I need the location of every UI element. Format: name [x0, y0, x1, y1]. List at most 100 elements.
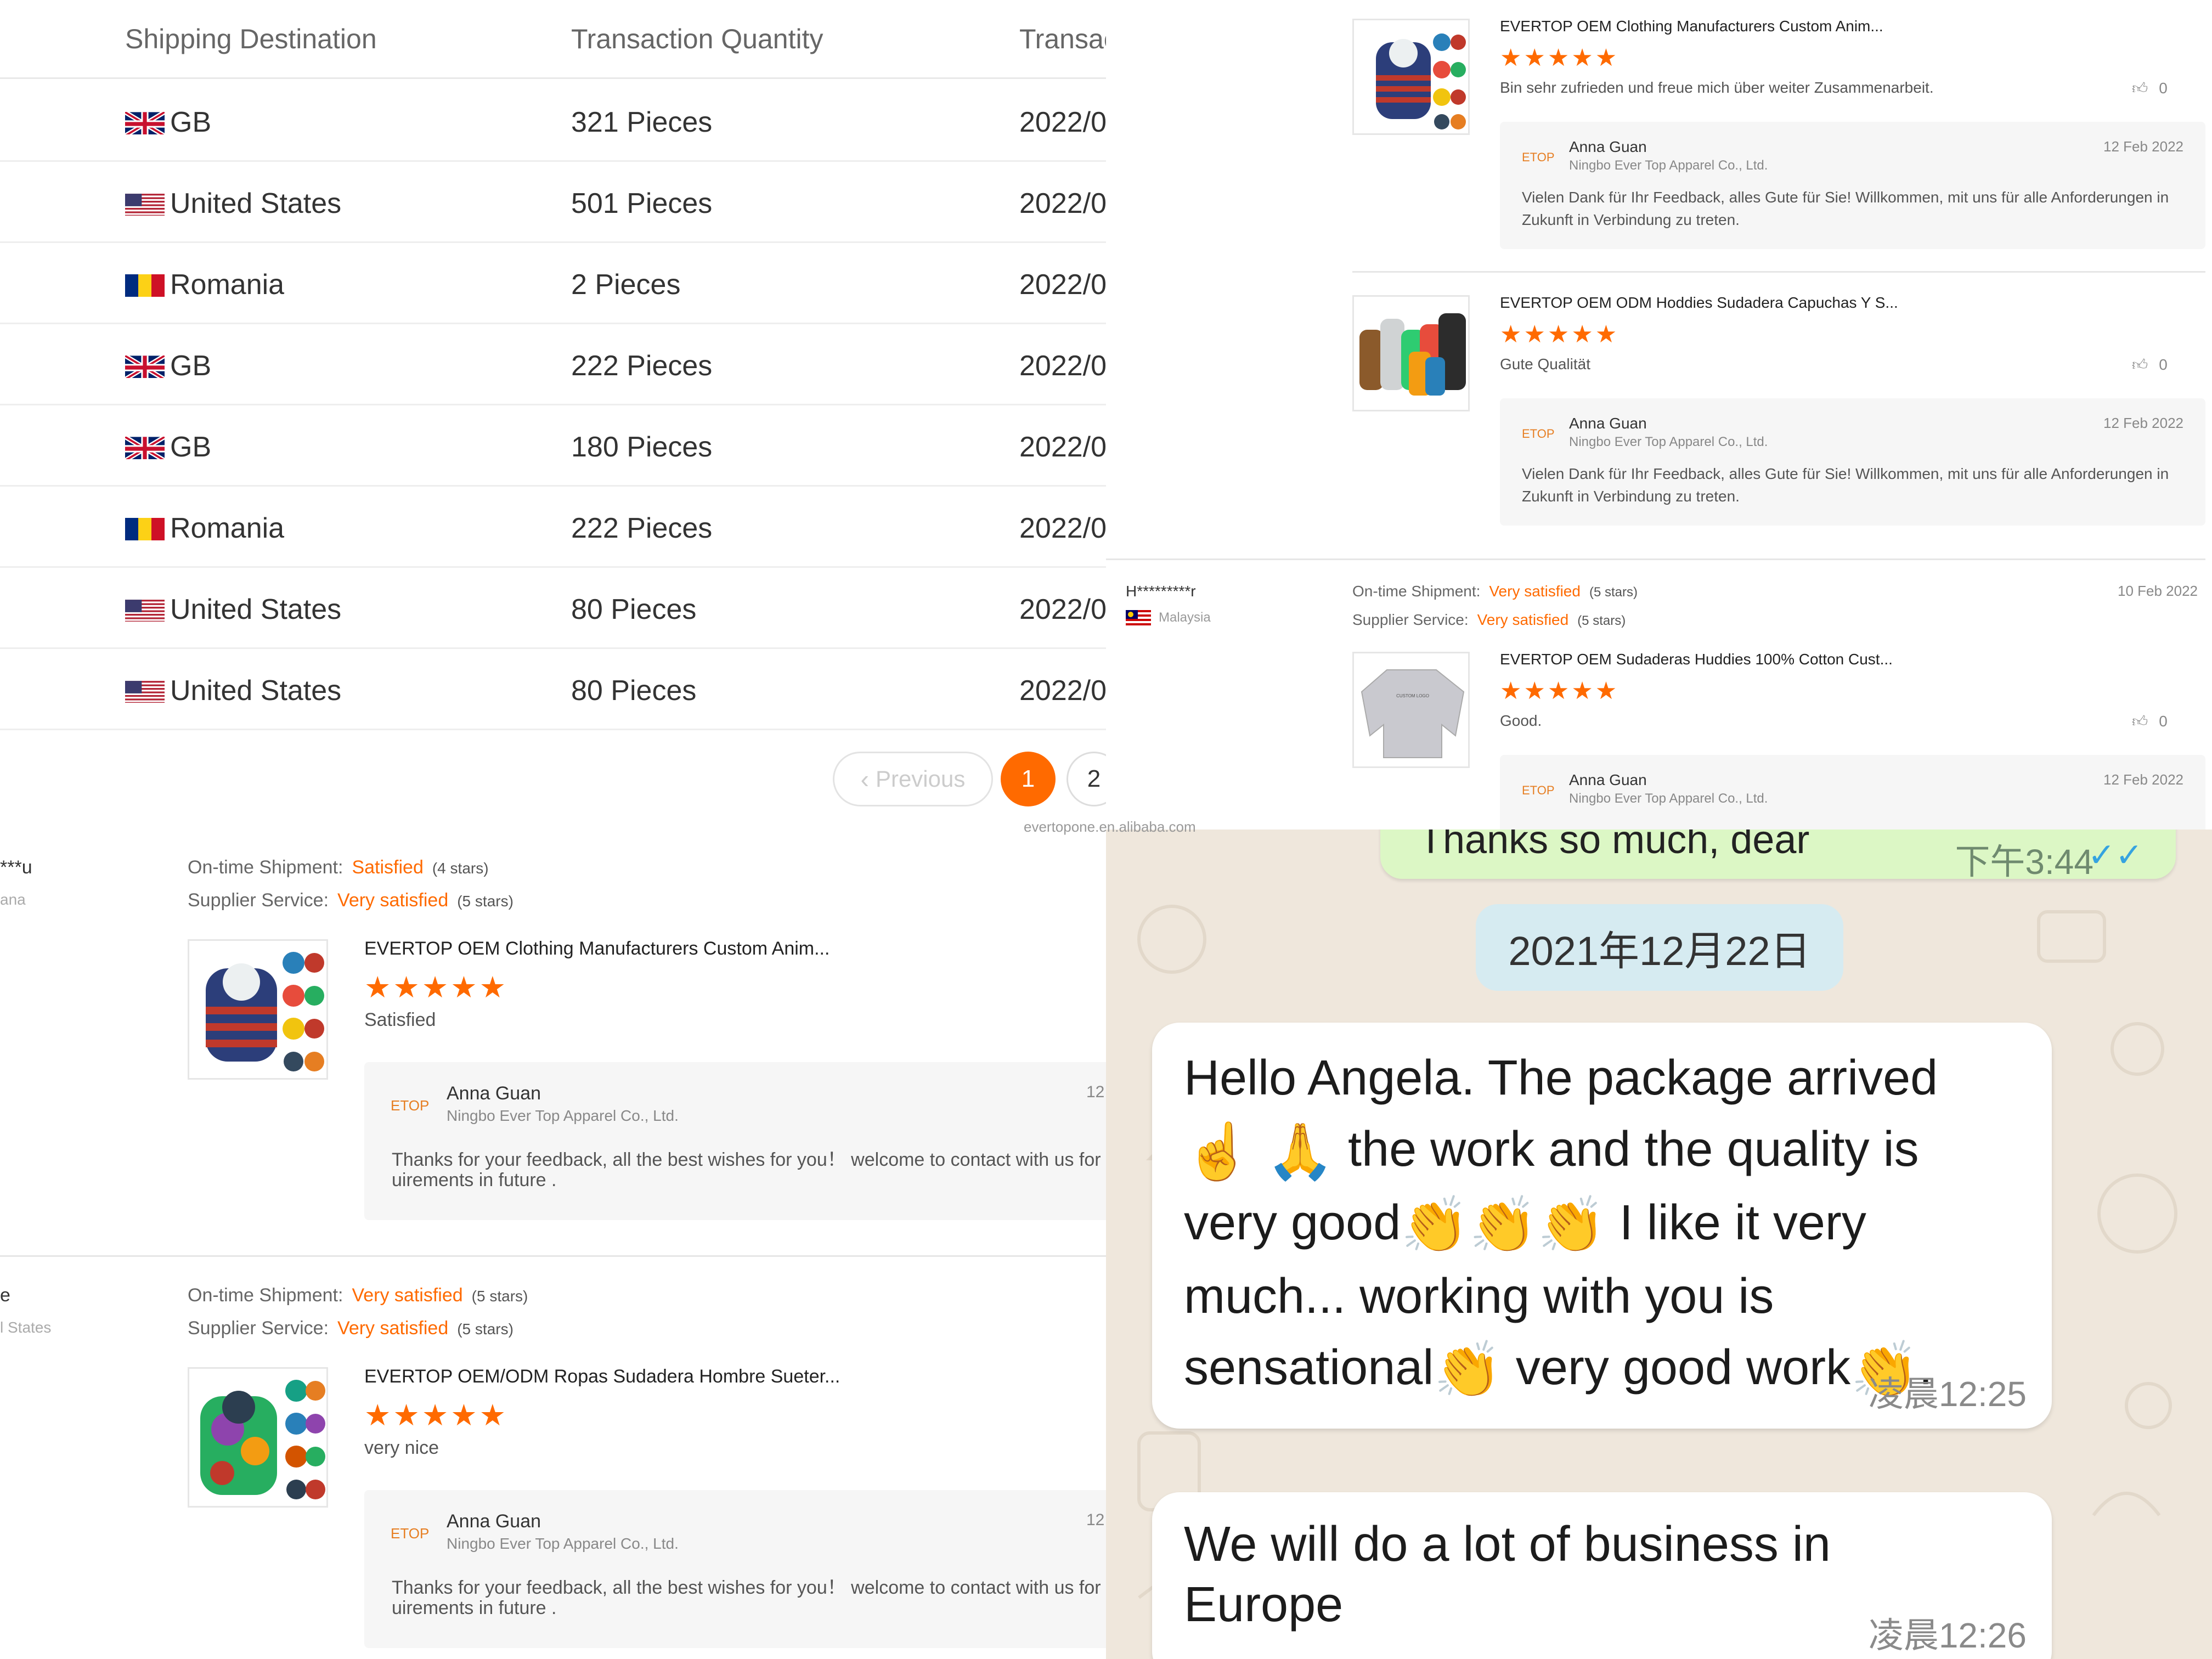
gb-flag-icon: [125, 435, 165, 459]
reviewer-name: H*********r: [1126, 583, 1196, 600]
review-date: 10 Feb 2022: [2117, 583, 2198, 599]
review-comment: Gute Qualität: [1500, 356, 1590, 373]
reviewer-country: Malaysia: [1126, 610, 1211, 625]
review-comment: Satisfied: [364, 1009, 436, 1030]
romania-flag-icon: [125, 516, 165, 540]
reply-company: Ningbo Ever Top Apparel Co., Ltd.: [447, 1107, 679, 1124]
product-title[interactable]: EVERTOP OEM Clothing Manufacturers Custo…: [364, 938, 830, 960]
table-row: United States 80 Pieces 2022/0: [0, 649, 1106, 730]
service-rating: Supplier Service: Very satisfied (5 stars): [188, 890, 514, 911]
destination-name: United States: [170, 188, 342, 219]
transaction-quantity-cell: 321 Pieces: [571, 106, 713, 138]
page-1-button[interactable]: 1: [1001, 752, 1056, 806]
message-line-text: much... working with you is: [1184, 1269, 1774, 1324]
like-button[interactable]: 👍︎ 0: [2132, 712, 2168, 731]
reply-date: 12 Feb 2022: [2103, 138, 2183, 155]
col-transaction-date: Transac: [1019, 24, 1106, 54]
product-thumbnail[interactable]: [188, 1367, 328, 1508]
col-shipping-destination: Shipping Destination: [125, 24, 377, 54]
transaction-date-cell: 2022/0: [1019, 512, 1106, 544]
shipping-destination-cell: GB: [125, 431, 211, 464]
shipment-rating: On-time Shipment: Very satisfied (5 stars): [1352, 583, 1638, 600]
shipment-stars: (5 stars): [1589, 585, 1638, 600]
reply-date: 12: [1086, 1511, 1105, 1529]
service-label: Supplier Service:: [188, 1318, 329, 1339]
reply-text-line2: uirements in future .: [392, 1598, 557, 1618]
shipment-value: Very satisfied: [352, 1285, 463, 1306]
destination-name: United States: [170, 594, 342, 625]
like-button[interactable]: 👍︎ 0: [2132, 79, 2168, 98]
company-logo: ETOP: [1522, 779, 1560, 804]
message-time: 下午3:44: [1955, 842, 2094, 882]
malaysia-flag-icon: [1126, 610, 1151, 625]
transaction-quantity-cell: 80 Pieces: [571, 675, 697, 707]
incoming-message[interactable]: Hello Angela. The package arrived ☝ 🙏 th…: [1152, 1023, 2052, 1429]
product-thumbnail[interactable]: CUSTOM LOGO: [1352, 652, 1470, 768]
reply-date: 12: [1086, 1083, 1105, 1101]
seller-reply: ETOP Anna Guan Ningbo Ever Top Apparel C…: [1500, 122, 2205, 249]
shipment-label: On-time Shipment:: [1352, 583, 1481, 600]
svg-text:ETOP: ETOP: [1522, 427, 1555, 441]
page-2-button[interactable]: 2: [1066, 752, 1106, 806]
service-rating: Supplier Service: Very satisfied (5 stars): [1352, 611, 1626, 629]
table-row: United States 80 Pieces 2022/0: [0, 568, 1106, 649]
company-logo: ETOP: [391, 1521, 435, 1549]
incoming-message[interactable]: We will do a lot of business in Europe 凌…: [1152, 1492, 2052, 1659]
col-transaction-quantity: Transaction Quantity: [571, 24, 823, 54]
romania-flag-icon: [125, 273, 165, 297]
reply-author: Anna Guan: [1569, 138, 1647, 155]
table-row: GB 222 Pieces 2022/0: [0, 324, 1106, 405]
chevron-left-icon: ‹: [860, 765, 869, 793]
gb-flag-icon: [125, 354, 165, 378]
shipping-destination-cell: GB: [125, 349, 211, 382]
message-line-text: sensational: [1184, 1340, 1434, 1395]
destination-name: GB: [170, 106, 212, 138]
product-title[interactable]: EVERTOP OEM Clothing Manufacturers Custo…: [1500, 18, 1883, 35]
table-row: Romania 222 Pieces 2022/0: [0, 487, 1106, 568]
reviewer-name: e: [0, 1285, 10, 1306]
previous-label: Previous: [875, 766, 966, 792]
service-value: Very satisfied: [337, 890, 449, 911]
message-time: 凌晨12:25: [1868, 1374, 2027, 1414]
hoodie-flags-image: [1376, 33, 1466, 129]
message-line: very good👏👏👏 I like it very: [1184, 1187, 2040, 1261]
like-button[interactable]: 👍︎ 0: [2132, 356, 2168, 374]
svg-text:CUSTOM LOGO: CUSTOM LOGO: [1396, 693, 1429, 698]
message-line-text: very good work: [1502, 1340, 1851, 1395]
gb-flag-icon: [125, 110, 165, 134]
shipment-stars: (4 stars): [432, 860, 489, 877]
transaction-date-cell: 2022/0: [1019, 594, 1106, 625]
product-title[interactable]: EVERTOP OEM ODM Hoddies Sudadera Capucha…: [1500, 294, 1898, 312]
service-stars: (5 stars): [1577, 613, 1626, 628]
product-thumbnail[interactable]: [1352, 19, 1470, 135]
transaction-table-header: Shipping Destination Transaction Quantit…: [0, 0, 1106, 79]
product-thumbnail[interactable]: [188, 939, 328, 1080]
product-title[interactable]: EVERTOP OEM/ODM Ropas Sudadera Hombre Su…: [364, 1366, 840, 1387]
transaction-quantity-cell: 180 Pieces: [571, 431, 713, 463]
svg-text:ETOP: ETOP: [1522, 150, 1555, 164]
company-logo: ETOP: [1522, 146, 1560, 171]
review-comment: Bin sehr zufrieden und freue mich über w…: [1500, 79, 1934, 96]
previous-page-button[interactable]: ‹ Previous: [833, 752, 993, 806]
service-stars: (5 stars): [457, 1321, 514, 1338]
clapping-hands-emoji-icon: 👏: [1537, 1194, 1606, 1256]
reply-date: 12 Feb 2022: [2103, 415, 2183, 431]
product-title[interactable]: EVERTOP OEM Sudaderas Huddies 100% Cotto…: [1500, 651, 1893, 668]
shipment-rating: On-time Shipment: Satisfied (4 stars): [188, 857, 489, 878]
svg-text:ETOP: ETOP: [391, 1097, 429, 1114]
reviews-panel-left: ***u ana On-time Shipment: Satisfied (4 st…: [0, 830, 1106, 1659]
shipping-destination-cell: Romania: [125, 512, 284, 545]
reply-date: 12 Feb 2022: [2103, 771, 2183, 788]
product-thumbnail[interactable]: [1352, 295, 1470, 411]
shipment-rating: On-time Shipment: Very satisfied (5 stars): [188, 1285, 528, 1306]
previous-outgoing-message[interactable]: Thanks so much, dear 下午3:44 ✓✓: [1380, 830, 2176, 882]
us-flag-icon: [125, 191, 165, 216]
divider: [0, 1255, 1106, 1257]
transaction-quantity-cell: 501 Pieces: [571, 188, 713, 219]
transaction-quantity-cell: 2 Pieces: [571, 269, 681, 301]
svg-text:ETOP: ETOP: [391, 1525, 429, 1542]
seller-reply: ETOP Anna Guan Ningbo Ever Top Apparel C…: [364, 1490, 1106, 1648]
message-line: much... working with you is: [1184, 1261, 2040, 1332]
message-line-text: very good: [1184, 1195, 1401, 1250]
like-count: 0: [2159, 356, 2168, 373]
